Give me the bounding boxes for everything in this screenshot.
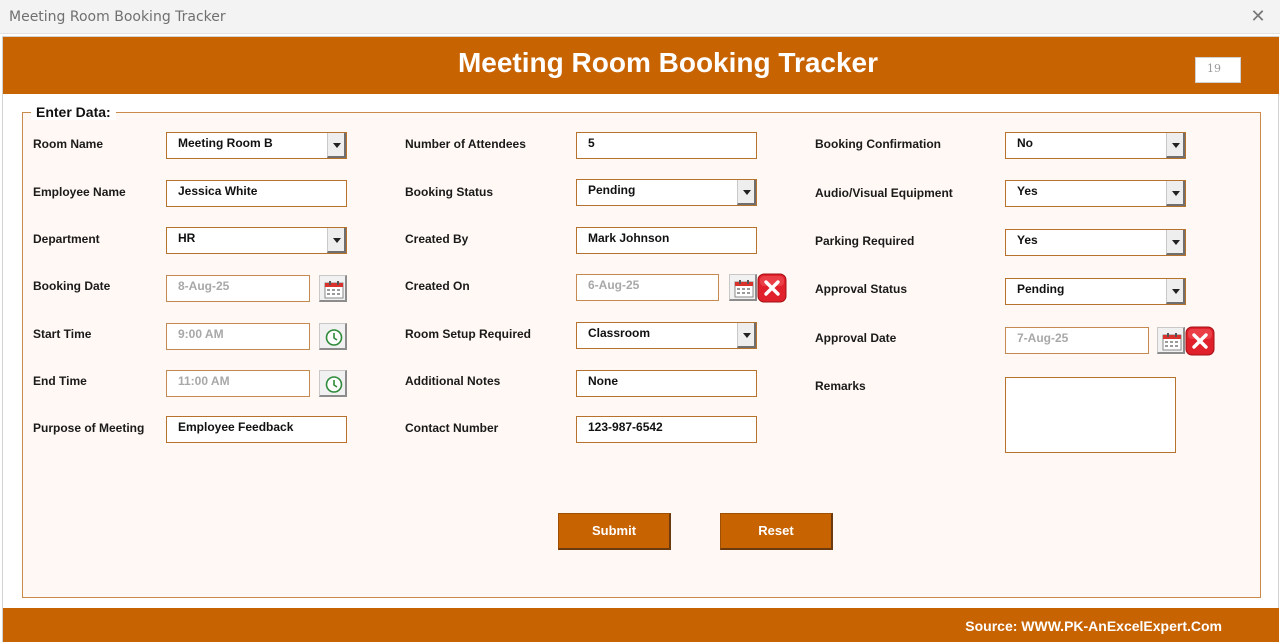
calendar-icon [1162,333,1182,351]
created-by-field[interactable]: Mark Johnson [576,227,757,254]
room-setup-label: Room Setup Required [405,327,532,341]
room-name-value: Meeting Room B [178,136,273,150]
av-equipment-label: Audio/Visual Equipment [815,186,953,200]
chevron-down-icon[interactable] [737,180,756,205]
window-title: Meeting Room Booking Tracker [9,9,226,25]
source-credit: Source: WWW.PK-AnExcelExpert.Com [965,618,1222,634]
approval-status-label: Approval Status [815,282,908,296]
booking-date-field[interactable]: 8-Aug-25 [166,275,310,302]
close-icon[interactable]: ✕ [1248,6,1268,26]
av-equipment-dropdown[interactable]: Yes [1005,180,1186,207]
clear-created-on-icon[interactable] [757,273,787,303]
reset-button[interactable]: Reset [720,513,833,550]
submit-button[interactable]: Submit [558,513,671,550]
parking-value: Yes [1017,233,1038,247]
department-dropdown[interactable]: HR [166,227,347,254]
remarks-label: Remarks [815,379,866,393]
clock-icon [325,329,343,346]
chevron-down-icon[interactable] [1166,181,1185,206]
booking-status-value: Pending [588,183,636,197]
chevron-down-icon[interactable] [737,323,756,348]
approval-date-label: Approval Date [815,331,897,345]
purpose-label: Purpose of Meeting [33,421,145,435]
page-title: Meeting Room Booking Tracker [457,47,879,78]
contact-field[interactable]: 123-987-6542 [576,416,757,443]
confirmation-value: No [1017,136,1033,150]
department-label: Department [33,232,100,246]
approval-status-dropdown[interactable]: Pending [1005,278,1186,305]
department-value: HR [178,231,196,245]
start-time-clock-button[interactable] [319,323,347,350]
booking-date-calendar-button[interactable] [319,275,347,302]
attendees-field[interactable]: 5 [576,132,757,159]
end-time-field[interactable]: 11:00 AM [166,370,310,397]
booking-status-dropdown[interactable]: Pending [576,179,757,206]
confirmation-dropdown[interactable]: No [1005,132,1186,159]
window-titlebar: Meeting Room Booking Tracker ✕ [0,0,1280,34]
end-time-label: End Time [33,374,87,388]
approval-date-field[interactable]: 7-Aug-25 [1005,327,1149,354]
remarks-textarea[interactable] [1005,377,1176,453]
notes-field[interactable]: None [576,370,757,397]
chevron-down-icon[interactable] [1166,230,1185,255]
purpose-field[interactable]: Employee Feedback [166,416,347,443]
start-time-label: Start Time [33,327,92,341]
attendees-label: Number of Attendees [405,137,526,151]
approval-status-value: Pending [1017,282,1065,296]
contact-label: Contact Number [405,421,499,435]
parking-dropdown[interactable]: Yes [1005,229,1186,256]
panel-legend: Enter Data: [31,104,116,120]
header-banner: Meeting Room Booking Tracker 19 [3,37,1279,94]
parking-label: Parking Required [815,234,915,248]
calendar-icon [324,281,344,299]
notes-label: Additional Notes [405,374,501,388]
chevron-down-icon[interactable] [1166,133,1185,158]
employee-name-label: Employee Name [33,185,126,199]
record-number-box: 19 [1195,57,1241,83]
calendar-icon [734,280,754,298]
booking-status-label: Booking Status [405,185,494,199]
clear-approval-date-icon[interactable] [1185,326,1215,356]
employee-name-field[interactable]: Jessica White [166,180,347,207]
chevron-down-icon[interactable] [327,228,346,253]
created-on-calendar-button[interactable] [729,274,757,301]
booking-date-label: Booking Date [33,279,111,293]
av-equipment-value: Yes [1017,184,1038,198]
end-time-clock-button[interactable] [319,370,347,397]
chevron-down-icon[interactable] [1166,279,1185,304]
room-setup-value: Classroom [588,326,651,340]
chevron-down-icon[interactable] [327,133,346,158]
created-on-field[interactable]: 6-Aug-25 [576,274,719,301]
approval-date-calendar-button[interactable] [1157,327,1185,354]
confirmation-label: Booking Confirmation [815,137,941,151]
clock-icon [325,376,343,393]
room-name-dropdown[interactable]: Meeting Room B [166,132,347,159]
start-time-field[interactable]: 9:00 AM [166,323,310,350]
room-setup-dropdown[interactable]: Classroom [576,322,757,349]
created-by-label: Created By [405,232,469,246]
created-on-label: Created On [405,279,470,293]
room-name-label: Room Name [33,137,104,151]
footer-bar: Source: WWW.PK-AnExcelExpert.Com [3,608,1279,642]
